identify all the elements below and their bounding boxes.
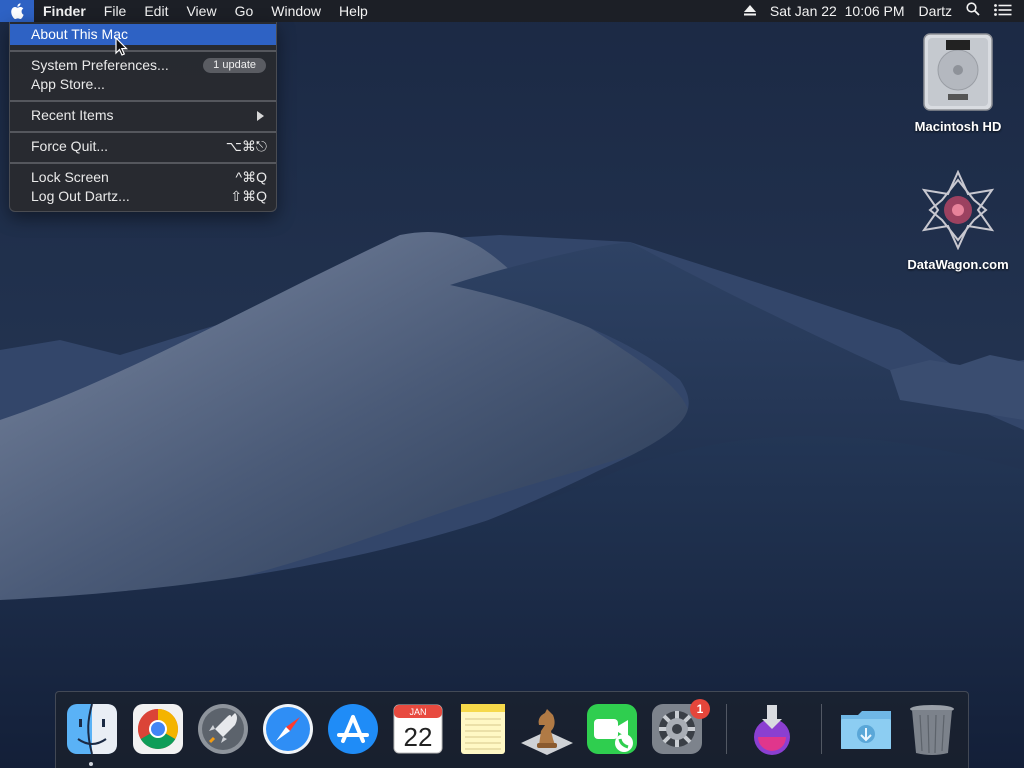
menu-separator bbox=[10, 100, 276, 102]
desktop-icon-label: DataWagon.com bbox=[907, 257, 1009, 272]
mouse-cursor-icon bbox=[115, 37, 128, 56]
dock: JAN 22 1 bbox=[55, 691, 969, 768]
desktop-icon-label: Macintosh HD bbox=[914, 119, 1002, 134]
finder-icon[interactable] bbox=[64, 701, 120, 757]
menu-go[interactable]: Go bbox=[226, 0, 263, 22]
menu-edit[interactable]: Edit bbox=[135, 0, 177, 22]
hard-drive-icon bbox=[923, 33, 993, 111]
notes-icon[interactable] bbox=[455, 701, 511, 757]
shortcut-label: ⌥⌘⎋ bbox=[225, 138, 267, 154]
menu-item-label: Force Quit... bbox=[31, 138, 109, 154]
menu-item-about-this-mac[interactable]: About This Mac bbox=[10, 24, 276, 45]
menubar-clock[interactable]: Sat Jan 22 10:06 PM bbox=[763, 0, 912, 22]
submenu-arrow-icon bbox=[257, 111, 264, 121]
calendar-day: 22 bbox=[404, 722, 433, 752]
dock-separator bbox=[821, 704, 822, 754]
app-store-icon[interactable] bbox=[325, 701, 381, 757]
chess-knight-icon[interactable] bbox=[519, 701, 575, 757]
safari-compass-icon[interactable] bbox=[260, 701, 316, 757]
menubar-user[interactable]: Dartz bbox=[912, 0, 959, 22]
spotlight-button[interactable] bbox=[959, 0, 987, 22]
menu-view[interactable]: View bbox=[177, 0, 225, 22]
menu-item-system-preferences[interactable]: System Preferences... 1 update bbox=[10, 56, 276, 75]
menu-item-recent-items[interactable]: Recent Items bbox=[10, 106, 276, 125]
datawagon-logo-icon bbox=[921, 169, 995, 251]
update-badge: 1 update bbox=[203, 58, 266, 73]
menu-file[interactable]: File bbox=[95, 0, 136, 22]
shortcut-label: ⇧⌘Q bbox=[230, 188, 267, 204]
menu-help[interactable]: Help bbox=[330, 0, 377, 22]
installer-icon[interactable] bbox=[744, 701, 800, 757]
desktop-icon-macintosh-hd[interactable]: Macintosh HD bbox=[903, 32, 1013, 134]
menu-separator bbox=[10, 162, 276, 164]
trash-icon[interactable] bbox=[904, 701, 960, 757]
menu-item-app-store[interactable]: App Store... bbox=[10, 75, 276, 94]
notification-center-icon bbox=[994, 4, 1012, 16]
finder-running-indicator bbox=[89, 762, 93, 766]
menu-item-label: App Store... bbox=[31, 76, 105, 92]
menu-item-force-quit[interactable]: Force Quit... ⌥⌘⎋ bbox=[10, 137, 276, 156]
eject-icon bbox=[743, 5, 756, 16]
eject-menu-extra[interactable] bbox=[737, 0, 763, 22]
downloads-folder-icon[interactable] bbox=[838, 701, 894, 757]
launchpad-rocket-icon[interactable] bbox=[195, 701, 251, 757]
menu-bar: Finder File Edit View Go Window Help Sat… bbox=[0, 0, 1024, 22]
app-menu-finder[interactable]: Finder bbox=[34, 0, 95, 22]
notification-badge: 1 bbox=[690, 699, 710, 719]
menu-separator bbox=[10, 50, 276, 52]
calendar-month: JAN bbox=[409, 707, 426, 717]
menu-item-label: Log Out Dartz... bbox=[31, 188, 130, 204]
apple-menu-button[interactable] bbox=[0, 0, 34, 22]
menu-item-log-out[interactable]: Log Out Dartz... ⇧⌘Q bbox=[10, 187, 276, 206]
menu-item-label: About This Mac bbox=[31, 26, 129, 42]
menu-window[interactable]: Window bbox=[262, 0, 330, 22]
dock-separator bbox=[726, 704, 727, 754]
menu-item-label: Recent Items bbox=[31, 107, 114, 123]
facetime-icon[interactable] bbox=[584, 701, 640, 757]
chrome-icon[interactable] bbox=[130, 701, 186, 757]
apple-menu-dropdown: About This Mac System Preferences... 1 u… bbox=[9, 22, 277, 212]
spotlight-search-icon bbox=[966, 2, 980, 16]
menu-item-label: System Preferences... bbox=[31, 57, 169, 73]
menu-separator bbox=[10, 131, 276, 133]
desktop-icon-datawagon[interactable]: DataWagon.com bbox=[903, 169, 1013, 272]
apple-logo-icon bbox=[11, 3, 24, 19]
menu-item-lock-screen[interactable]: Lock Screen ^⌘Q bbox=[10, 168, 276, 187]
notification-center-button[interactable] bbox=[987, 0, 1024, 22]
calendar-icon[interactable]: JAN 22 bbox=[390, 701, 446, 757]
shortcut-label: ^⌘Q bbox=[235, 169, 267, 185]
menu-item-label: Lock Screen bbox=[31, 169, 109, 185]
